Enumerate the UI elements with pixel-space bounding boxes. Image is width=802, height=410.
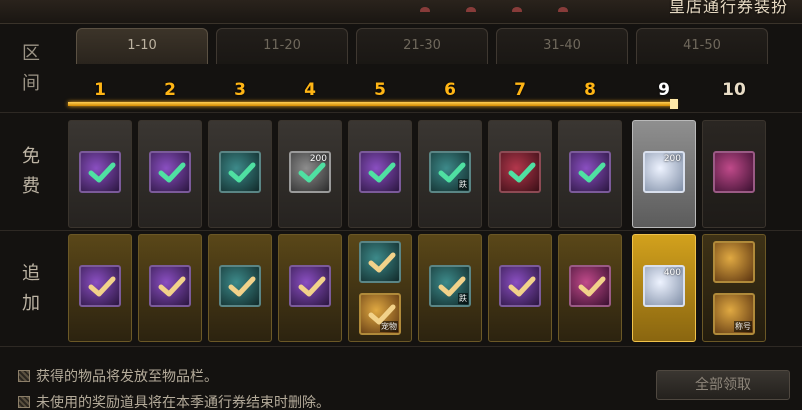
stack-box-icon[interactable]: 200 — [289, 151, 331, 193]
purple-box-icon[interactable] — [79, 265, 121, 307]
claim-all-button[interactable]: 全部领取 — [656, 370, 790, 400]
free-reward-cell[interactable]: 跌 — [418, 120, 482, 228]
free-reward-cell[interactable] — [208, 120, 272, 228]
level-number: 10 — [722, 80, 746, 100]
teal-box-icon[interactable] — [219, 265, 261, 307]
progress-marker — [670, 99, 678, 109]
extra-reward-cell[interactable]: 称号 — [702, 234, 766, 342]
check-icon — [158, 276, 186, 297]
teal-box-icon[interactable] — [359, 241, 401, 283]
check-icon — [88, 162, 116, 183]
purple-box-icon[interactable] — [289, 265, 331, 307]
item-tag: 称号 — [734, 321, 752, 332]
free-reward-cell[interactable] — [68, 120, 132, 228]
level-number: 6 — [444, 80, 456, 100]
check-icon — [368, 252, 396, 273]
level-number: 2 — [164, 80, 176, 100]
free-reward-cell[interactable]: 200 — [632, 120, 696, 228]
level-number: 1 — [94, 80, 106, 100]
extra-reward-cell[interactable]: 400 — [632, 234, 696, 342]
check-icon — [438, 162, 466, 183]
rose-box-icon[interactable] — [713, 151, 755, 193]
free-reward-cell[interactable] — [488, 120, 552, 228]
level-number: 9 — [658, 80, 670, 100]
check-icon — [508, 276, 536, 297]
banner-decoration — [420, 0, 620, 12]
level-number: 7 — [514, 80, 526, 100]
red-chest-icon[interactable] — [499, 151, 541, 193]
check-icon — [298, 162, 326, 183]
top-banner: 皇店通行券装扮 — [0, 0, 802, 24]
footer-note-text: 未使用的奖励道具将在本季通行券结束时删除。 — [36, 395, 330, 410]
progress-track — [68, 102, 676, 106]
crystal-emblem-icon[interactable]: 200 — [643, 151, 685, 193]
purple-crate-icon[interactable] — [79, 151, 121, 193]
extra-reward-cell[interactable]: 宠物 — [348, 234, 412, 342]
extra-reward-cell[interactable] — [208, 234, 272, 342]
extra-reward-cell[interactable]: 跌 — [418, 234, 482, 342]
row-header-free: 免 费 — [22, 146, 40, 197]
footer-note-text: 获得的物品将发放至物品栏。 — [36, 369, 218, 385]
check-icon — [578, 162, 606, 183]
gold-pet-icon[interactable]: 宠物 — [359, 293, 401, 335]
free-reward-cell[interactable] — [138, 120, 202, 228]
level-number: 5 — [374, 80, 386, 100]
extra-reward-cell[interactable] — [138, 234, 202, 342]
teal-chest-icon[interactable] — [219, 151, 261, 193]
title-scroll-icon[interactable]: 称号 — [713, 293, 755, 335]
teal-box-icon[interactable]: 跌 — [429, 151, 471, 193]
bullet-icon — [18, 396, 30, 408]
pink-box-icon[interactable] — [569, 265, 611, 307]
tab-range-4[interactable]: 31-40 — [496, 28, 628, 64]
purple-crate-icon[interactable] — [149, 151, 191, 193]
check-icon — [88, 276, 116, 297]
extra-reward-cell[interactable] — [488, 234, 552, 342]
divider — [0, 346, 802, 347]
free-reward-cell[interactable] — [558, 120, 622, 228]
check-icon — [228, 276, 256, 297]
tab-range-3[interactable]: 21-30 — [356, 28, 488, 64]
item-count: 400 — [663, 268, 681, 278]
extra-reward-cell[interactable] — [68, 234, 132, 342]
footer-note-1: 获得的物品将发放至物品栏。 — [18, 366, 218, 386]
check-icon — [508, 162, 536, 183]
tab-range-1[interactable]: 1-10 — [76, 28, 208, 64]
purple-crate-icon[interactable] — [359, 151, 401, 193]
check-icon — [298, 276, 326, 297]
level-number: 4 — [304, 80, 316, 100]
bullet-icon — [18, 370, 30, 382]
divider — [0, 112, 802, 113]
divider — [0, 230, 802, 231]
gold-chest-icon[interactable] — [713, 241, 755, 283]
purple-box-icon[interactable] — [499, 265, 541, 307]
purple-crate-icon[interactable] — [569, 151, 611, 193]
item-count: 200 — [663, 154, 681, 164]
tab-range-2[interactable]: 11-20 — [216, 28, 348, 64]
check-icon — [158, 162, 186, 183]
tab-range-5[interactable]: 41-50 — [636, 28, 768, 64]
banner-title: 皇店通行券装扮 — [668, 0, 788, 16]
teal-box-icon[interactable]: 跌 — [429, 265, 471, 307]
check-icon — [368, 304, 396, 325]
free-reward-cell[interactable]: 200 — [278, 120, 342, 228]
free-reward-cell[interactable] — [348, 120, 412, 228]
check-icon — [578, 276, 606, 297]
check-icon — [368, 162, 396, 183]
free-reward-cell[interactable] — [702, 120, 766, 228]
level-number: 8 — [584, 80, 596, 100]
crystal-emblem-icon[interactable]: 400 — [643, 265, 685, 307]
extra-reward-cell[interactable] — [558, 234, 622, 342]
purple-box-icon[interactable] — [149, 265, 191, 307]
level-number: 3 — [234, 80, 246, 100]
footer-note-2: 未使用的奖励道具将在本季通行券结束时删除。 — [18, 392, 330, 410]
extra-reward-cell[interactable] — [278, 234, 342, 342]
row-header-extra: 追 加 — [22, 263, 40, 314]
check-icon — [228, 162, 256, 183]
row-header-range: 区 间 — [22, 43, 40, 94]
check-icon — [438, 276, 466, 297]
